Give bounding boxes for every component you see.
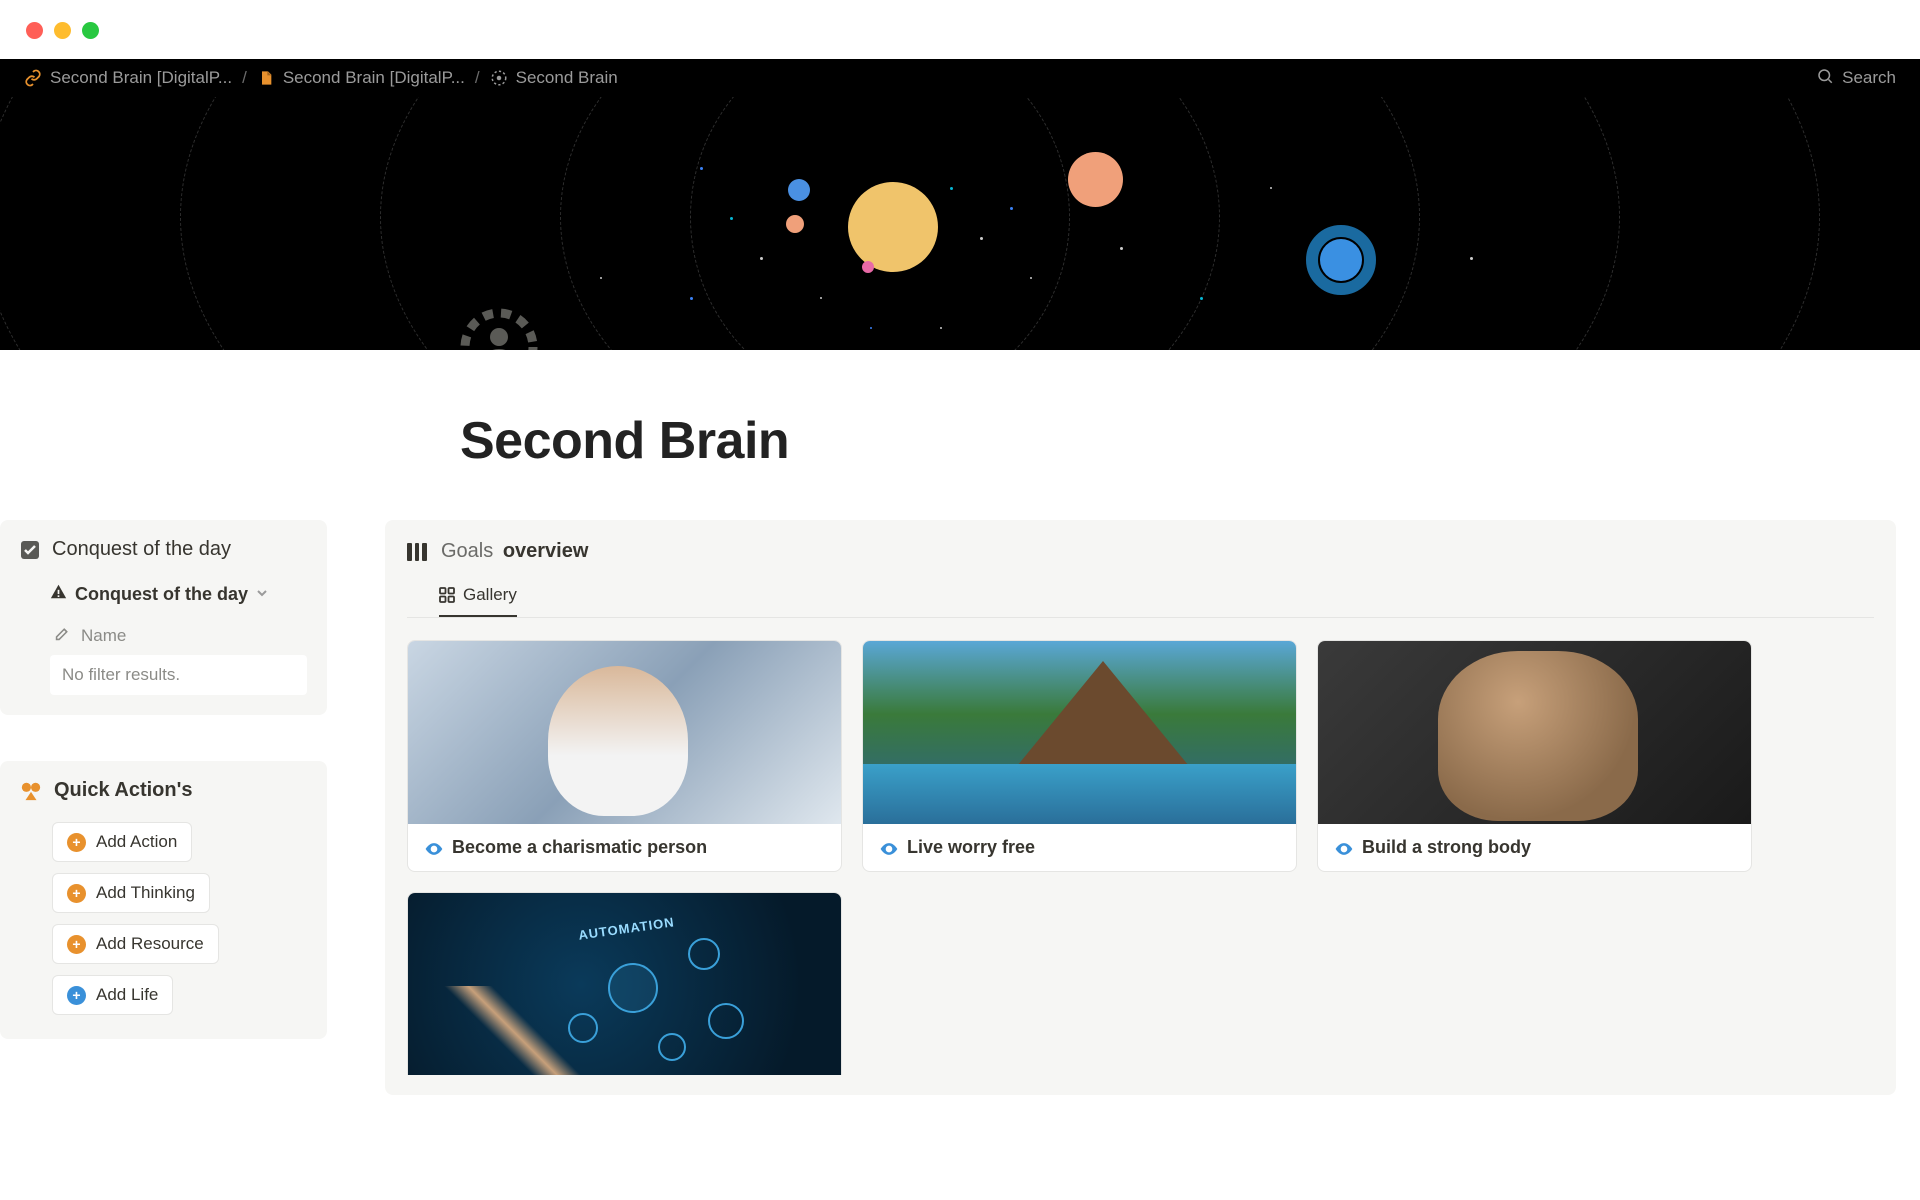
add-thinking-label: Add Thinking bbox=[96, 883, 195, 903]
page-title[interactable]: Second Brain bbox=[460, 411, 1920, 471]
goal-card-charismatic[interactable]: Become a charismatic person bbox=[407, 640, 842, 872]
target-icon bbox=[490, 69, 508, 87]
breadcrumb-separator: / bbox=[475, 68, 480, 88]
plus-icon: + bbox=[67, 884, 86, 903]
add-resource-button[interactable]: + Add Resource bbox=[52, 924, 219, 964]
search-label: Search bbox=[1842, 68, 1896, 88]
checkbox-icon bbox=[20, 540, 40, 560]
doc-icon bbox=[257, 69, 275, 87]
breadcrumb-item-3[interactable]: Second Brain bbox=[490, 68, 618, 88]
page-icon[interactable] bbox=[459, 307, 539, 350]
quick-actions-title: Quick Action's bbox=[54, 779, 193, 802]
card-image bbox=[1318, 641, 1751, 824]
tab-gallery[interactable]: Gallery bbox=[439, 585, 517, 617]
chevron-down-icon bbox=[256, 586, 268, 602]
warning-icon bbox=[50, 583, 67, 605]
conquest-panel-title: Conquest of the day bbox=[52, 538, 231, 561]
maximize-window[interactable] bbox=[82, 22, 99, 39]
plus-icon: + bbox=[67, 833, 86, 852]
card-image bbox=[408, 641, 841, 824]
close-window[interactable] bbox=[26, 22, 43, 39]
empty-filter-message: No filter results. bbox=[50, 655, 307, 695]
add-action-button[interactable]: + Add Action bbox=[52, 822, 192, 862]
gallery-icon bbox=[439, 587, 455, 603]
add-resource-label: Add Resource bbox=[96, 934, 204, 954]
eye-icon bbox=[1334, 839, 1352, 857]
property-name[interactable]: Name bbox=[54, 625, 307, 647]
breadcrumb-item-2[interactable]: Second Brain [DigitalP... bbox=[257, 68, 465, 88]
eye-icon bbox=[879, 839, 897, 857]
eye-icon bbox=[424, 839, 442, 857]
property-name-label: Name bbox=[81, 626, 126, 646]
card-image bbox=[408, 893, 841, 1075]
goals-header: Goals overview bbox=[407, 540, 1874, 563]
add-life-label: Add Life bbox=[96, 985, 158, 1005]
breadcrumb-label-3: Second Brain bbox=[516, 68, 618, 88]
tab-gallery-label: Gallery bbox=[463, 585, 517, 605]
goals-panel: Goals overview Gallery bbox=[385, 520, 1896, 1095]
window-controls bbox=[0, 0, 1920, 59]
quick-actions-icon bbox=[20, 780, 42, 802]
plus-icon: + bbox=[67, 935, 86, 954]
conquest-db-title: Conquest of the day bbox=[75, 584, 248, 605]
conquest-panel-header: Conquest of the day bbox=[20, 538, 307, 561]
plus-icon: + bbox=[67, 986, 86, 1005]
goals-gallery: Become a charismatic person Live worry f… bbox=[407, 640, 1874, 1075]
quick-actions-header: Quick Action's bbox=[20, 779, 307, 802]
add-action-label: Add Action bbox=[96, 832, 177, 852]
goals-title-bold: overview bbox=[503, 540, 589, 562]
conquest-db-view[interactable]: Conquest of the day bbox=[50, 583, 307, 605]
divider bbox=[407, 617, 1874, 618]
board-icon bbox=[407, 543, 427, 561]
goal-card-automation[interactable] bbox=[407, 892, 842, 1075]
edit-icon bbox=[54, 625, 71, 647]
link-icon bbox=[24, 69, 42, 87]
goal-card-worry-free[interactable]: Live worry free bbox=[862, 640, 1297, 872]
goal-card-strong-body[interactable]: Build a strong body bbox=[1317, 640, 1752, 872]
card-image bbox=[863, 641, 1296, 824]
search-icon bbox=[1816, 67, 1834, 90]
add-life-button[interactable]: + Add Life bbox=[52, 975, 173, 1015]
card-title: Become a charismatic person bbox=[452, 837, 707, 858]
goals-title-light: Goals bbox=[441, 540, 493, 562]
quick-actions-panel: Quick Action's + Add Action + Add Thinki… bbox=[0, 761, 327, 1039]
card-title: Build a strong body bbox=[1362, 837, 1531, 858]
breadcrumb-item-1[interactable]: Second Brain [DigitalP... bbox=[24, 68, 232, 88]
breadcrumb-label-1: Second Brain [DigitalP... bbox=[50, 68, 232, 88]
breadcrumb-separator: / bbox=[242, 68, 247, 88]
card-title: Live worry free bbox=[907, 837, 1035, 858]
search-button[interactable]: Search bbox=[1816, 67, 1896, 90]
breadcrumb-label-2: Second Brain [DigitalP... bbox=[283, 68, 465, 88]
minimize-window[interactable] bbox=[54, 22, 71, 39]
topbar: Second Brain [DigitalP... / Second Brain… bbox=[0, 59, 1920, 97]
breadcrumb: Second Brain [DigitalP... / Second Brain… bbox=[24, 68, 618, 88]
conquest-panel: Conquest of the day Conquest of the day … bbox=[0, 520, 327, 715]
add-thinking-button[interactable]: + Add Thinking bbox=[52, 873, 210, 913]
cover-image bbox=[0, 97, 1920, 350]
